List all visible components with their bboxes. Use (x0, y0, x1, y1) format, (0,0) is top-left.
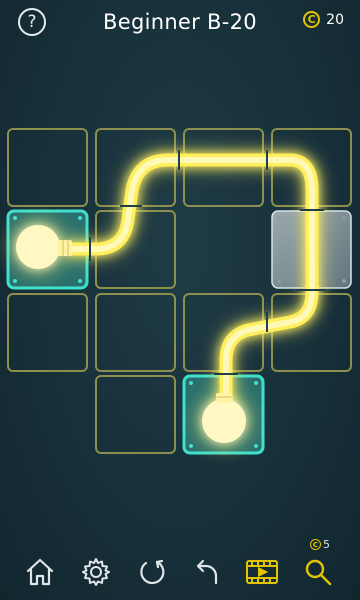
tile[interactable] (7, 293, 88, 372)
magnifier-icon (305, 559, 332, 586)
home-icon (26, 558, 54, 586)
tile[interactable] (7, 128, 88, 207)
restart-icon (140, 559, 165, 585)
video-button[interactable] (244, 554, 280, 590)
hint-button[interactable] (300, 554, 336, 590)
puzzle-board (6, 128, 352, 455)
film-play-icon (246, 560, 278, 584)
gear-icon (82, 558, 110, 586)
bulb-icon-target (194, 391, 254, 451)
settings-button[interactable] (78, 554, 114, 590)
bottom-toolbar (0, 548, 360, 594)
home-button[interactable] (22, 554, 58, 590)
tile[interactable] (95, 375, 176, 454)
undo-icon (196, 559, 218, 585)
tile[interactable] (95, 293, 176, 372)
restart-button[interactable] (134, 554, 170, 590)
undo-button[interactable] (190, 554, 226, 590)
